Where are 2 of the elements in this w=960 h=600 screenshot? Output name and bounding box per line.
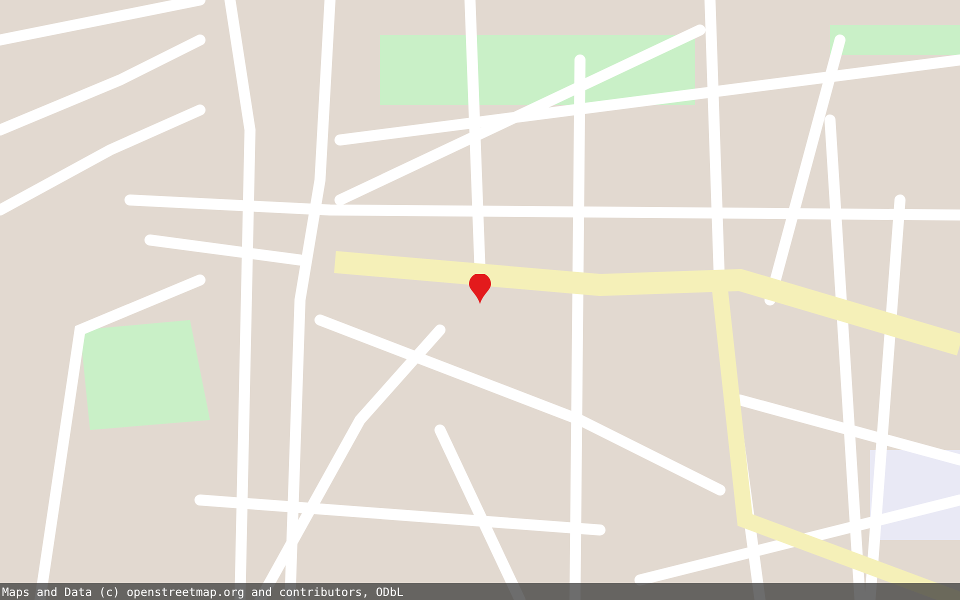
attribution-text: Maps and Data (c) openstreetmap.org and contributors, ODbL xyxy=(2,584,404,598)
map-pin-icon[interactable] xyxy=(469,274,491,304)
